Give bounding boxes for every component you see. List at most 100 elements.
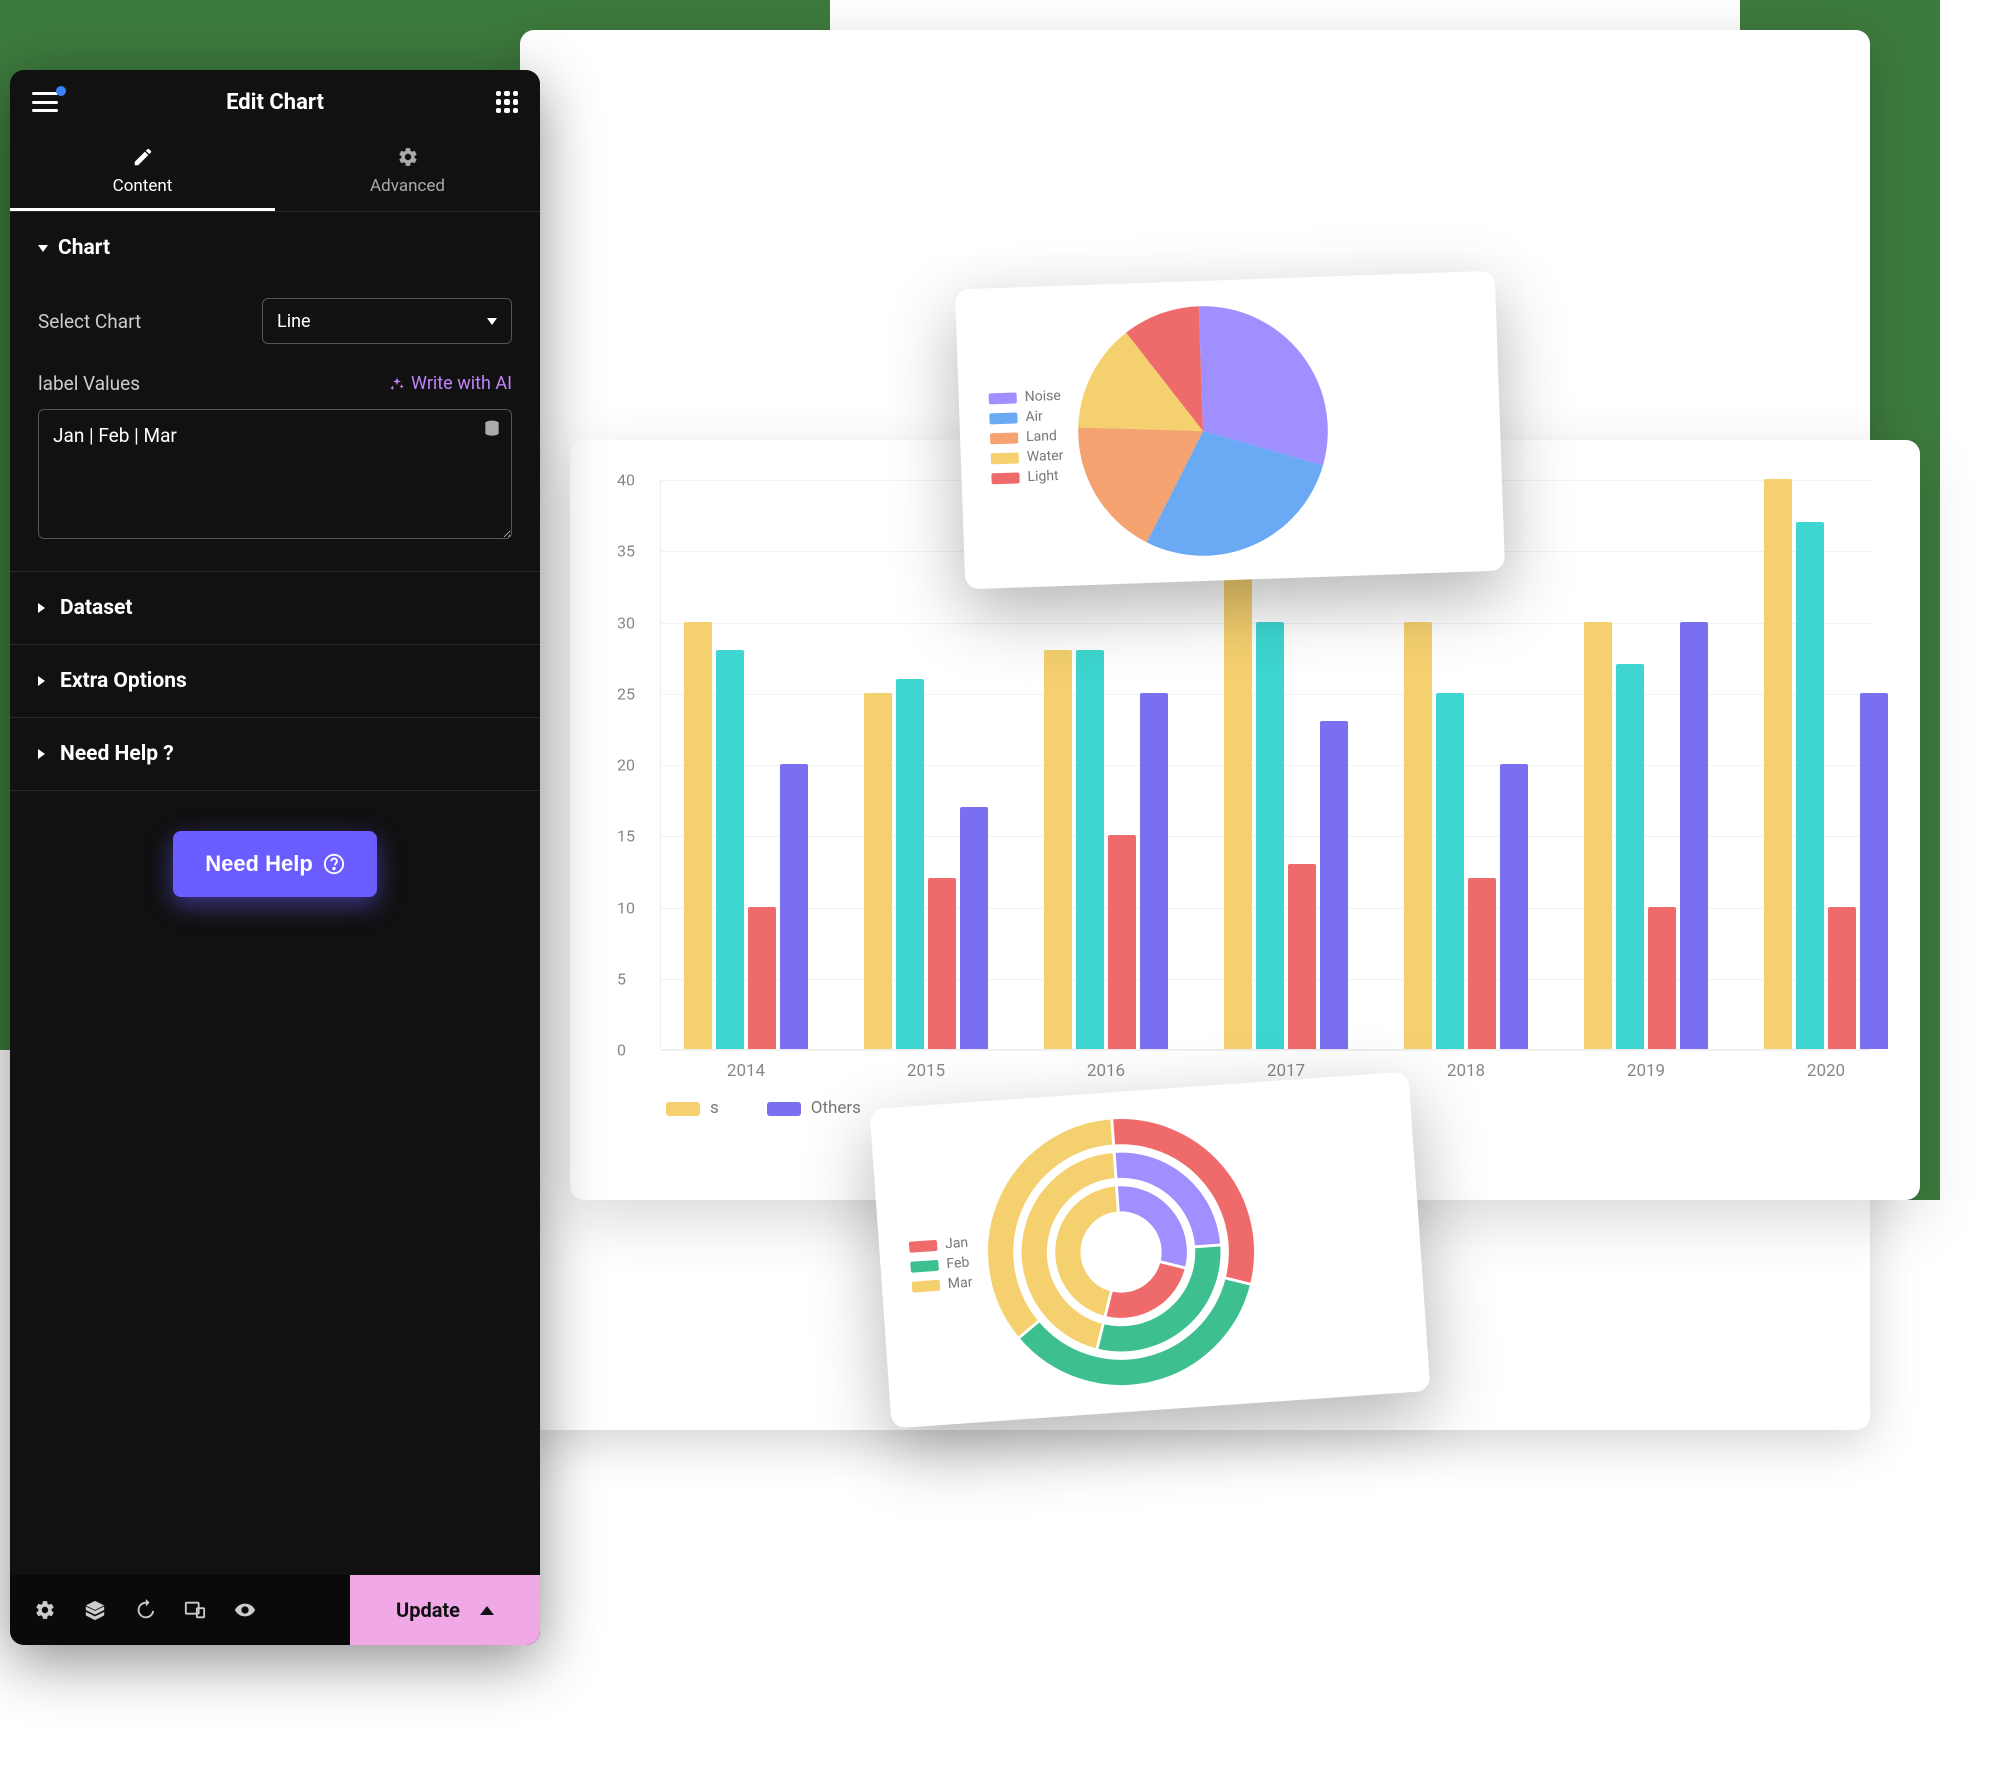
pie-legend-label: Noise bbox=[1024, 388, 1061, 405]
tab-content[interactable]: Content bbox=[10, 134, 275, 211]
caret-right-icon bbox=[38, 676, 50, 686]
y-tick-label: 30 bbox=[617, 613, 635, 632]
section-extra-label: Extra Options bbox=[60, 669, 187, 693]
bar bbox=[1616, 664, 1644, 1049]
y-tick-label: 5 bbox=[617, 969, 626, 988]
need-help-wrap: Need Help bbox=[10, 791, 540, 937]
donut-chart bbox=[971, 1103, 1270, 1402]
need-help-button[interactable]: Need Help bbox=[173, 831, 377, 897]
section-extra-header[interactable]: Extra Options bbox=[38, 645, 512, 717]
update-button[interactable]: Update bbox=[350, 1575, 540, 1645]
eye-icon[interactable] bbox=[234, 1599, 256, 1621]
bar bbox=[1680, 622, 1708, 1050]
bar bbox=[1404, 622, 1432, 1050]
bar bbox=[748, 907, 776, 1050]
legend-swatch bbox=[909, 1239, 938, 1252]
section-chart: Chart Select Chart Line label Values Wri… bbox=[10, 212, 540, 572]
legend-item-others: Others bbox=[767, 1098, 861, 1118]
bar-group: 2014 bbox=[671, 622, 821, 1050]
panel-header: Edit Chart bbox=[10, 70, 540, 134]
footer-icons bbox=[10, 1575, 350, 1645]
bar bbox=[716, 650, 744, 1049]
tab-advanced[interactable]: Advanced bbox=[275, 134, 540, 211]
label-values-input[interactable] bbox=[38, 409, 512, 539]
donut-legend-item: Jan bbox=[909, 1235, 971, 1255]
donut-chart-card: JanFebMar bbox=[869, 1072, 1430, 1429]
bar bbox=[1828, 907, 1856, 1050]
y-tick-label: 35 bbox=[617, 542, 635, 561]
section-chart-label: Chart bbox=[58, 236, 110, 260]
caret-right-icon bbox=[38, 603, 50, 613]
pie-chart-legend: NoiseAirLandWaterLight bbox=[988, 384, 1064, 490]
write-with-ai-link[interactable]: Write with AI bbox=[389, 373, 512, 394]
section-need-help: Need Help ? bbox=[10, 718, 540, 791]
apps-grid-icon[interactable] bbox=[496, 91, 518, 113]
x-tick-label: 2019 bbox=[1571, 1061, 1721, 1081]
hamburger-icon[interactable] bbox=[32, 92, 58, 112]
bar bbox=[1468, 878, 1496, 1049]
caret-down-icon bbox=[38, 245, 48, 252]
gear-icon bbox=[397, 146, 419, 168]
bar bbox=[684, 622, 712, 1050]
bar-group: 2020 bbox=[1751, 479, 1901, 1049]
caret-right-icon bbox=[38, 749, 50, 759]
y-tick-label: 40 bbox=[617, 471, 635, 490]
chevron-down-icon bbox=[487, 318, 497, 325]
pie-legend-label: Light bbox=[1027, 468, 1059, 485]
legend-swatch bbox=[990, 432, 1018, 444]
bar bbox=[1500, 764, 1528, 1049]
bar bbox=[1224, 550, 1252, 1049]
select-chart-dropdown[interactable]: Line bbox=[262, 298, 512, 344]
panel-title: Edit Chart bbox=[226, 90, 324, 115]
select-chart-row: Select Chart Line bbox=[38, 284, 512, 358]
section-dataset: Dataset bbox=[10, 572, 540, 645]
legend-label-others: Others bbox=[811, 1098, 861, 1118]
update-button-label: Update bbox=[396, 1598, 460, 1622]
y-tick-label: 20 bbox=[617, 756, 635, 775]
bar-group: 2015 bbox=[851, 679, 1001, 1050]
donut-chart-legend: JanFebMar bbox=[908, 1231, 973, 1299]
pie-legend-item: Light bbox=[991, 468, 1064, 487]
bar bbox=[864, 693, 892, 1049]
pie-chart bbox=[1068, 296, 1337, 565]
pie-chart-card: NoiseAirLandWaterLight bbox=[955, 271, 1505, 590]
responsive-icon[interactable] bbox=[184, 1599, 206, 1621]
x-tick-label: 2018 bbox=[1391, 1061, 1541, 1081]
bar bbox=[960, 807, 988, 1049]
section-help-header[interactable]: Need Help ? bbox=[38, 718, 512, 790]
bar bbox=[928, 878, 956, 1049]
settings-icon[interactable] bbox=[34, 1599, 56, 1621]
label-values-wrap bbox=[38, 409, 512, 543]
legend-item-s: s bbox=[666, 1098, 719, 1118]
history-icon[interactable] bbox=[134, 1599, 156, 1621]
bar bbox=[1796, 522, 1824, 1049]
bar-group: 2017 bbox=[1211, 550, 1361, 1049]
bar bbox=[1436, 693, 1464, 1049]
chevron-up-icon bbox=[480, 1606, 494, 1615]
bar bbox=[1764, 479, 1792, 1049]
donut-legend-label: Jan bbox=[945, 1235, 969, 1253]
section-extra: Extra Options bbox=[10, 645, 540, 718]
legend-swatch bbox=[991, 472, 1019, 484]
y-tick-label: 0 bbox=[617, 1041, 626, 1060]
section-dataset-label: Dataset bbox=[60, 596, 132, 620]
layers-icon[interactable] bbox=[84, 1599, 106, 1621]
help-circle-icon bbox=[323, 853, 345, 875]
edit-chart-panel: Edit Chart Content Advanced Chart Select… bbox=[10, 70, 540, 1645]
select-chart-value: Line bbox=[277, 311, 311, 332]
database-icon[interactable] bbox=[482, 419, 502, 439]
y-tick-label: 25 bbox=[617, 684, 635, 703]
section-chart-header[interactable]: Chart bbox=[38, 212, 512, 284]
pie-legend-item: Land bbox=[990, 428, 1063, 447]
section-dataset-header[interactable]: Dataset bbox=[38, 572, 512, 644]
bar bbox=[1108, 835, 1136, 1049]
bar-group: 2019 bbox=[1571, 622, 1721, 1050]
bar bbox=[1140, 693, 1168, 1049]
bar bbox=[1584, 622, 1612, 1050]
legend-label-s: s bbox=[710, 1098, 719, 1118]
donut-legend-item: Feb bbox=[910, 1255, 972, 1275]
legend-swatch bbox=[912, 1279, 941, 1292]
pie-legend-label: Land bbox=[1026, 428, 1057, 445]
panel-footer: Update bbox=[10, 1575, 540, 1645]
ai-link-text: Write with AI bbox=[411, 373, 512, 394]
